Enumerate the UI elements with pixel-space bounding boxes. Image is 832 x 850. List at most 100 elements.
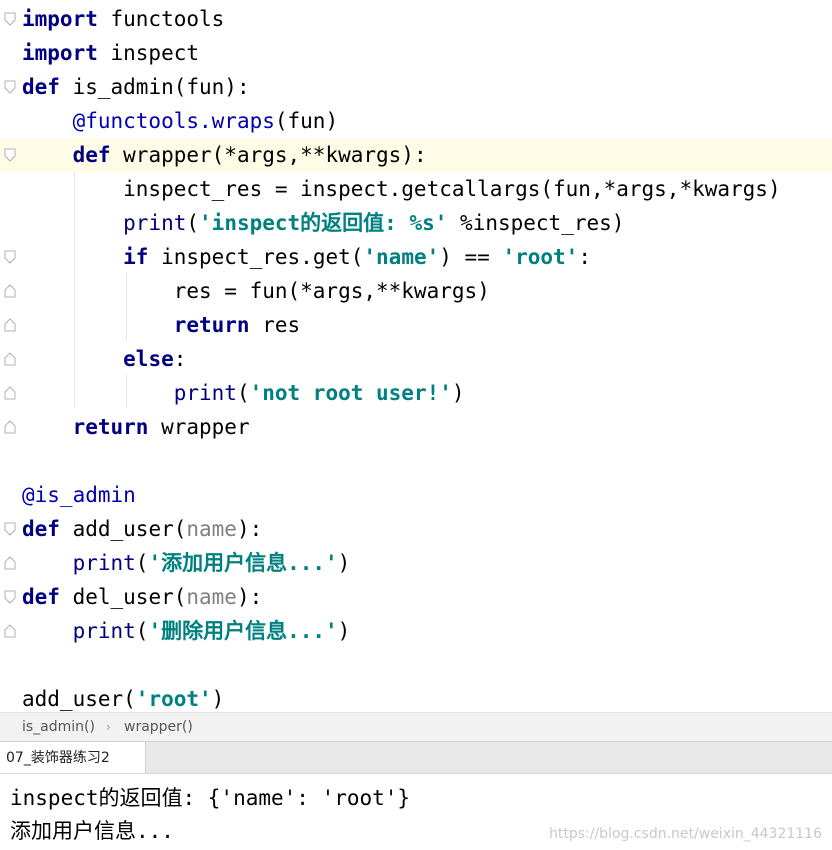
code-token: def bbox=[22, 517, 60, 541]
code-token: 'root' bbox=[502, 245, 579, 269]
code-token: ( bbox=[135, 551, 149, 575]
run-tab-bar: 07_装饰器练习2 bbox=[0, 741, 832, 774]
code-line[interactable]: print('添加用户信息...') bbox=[0, 546, 832, 580]
breadcrumb: is_admin() › wrapper() bbox=[0, 712, 832, 742]
code-token: else bbox=[123, 347, 174, 371]
code-text: add_user('root') bbox=[22, 682, 224, 712]
code-line[interactable]: return res bbox=[0, 308, 832, 342]
code-token: import bbox=[22, 7, 98, 31]
code-text: def is_admin(fun): bbox=[22, 70, 250, 104]
code-line[interactable]: def del_user(name): bbox=[0, 580, 832, 614]
code-token: inspect_res.get( bbox=[148, 245, 364, 269]
code-text: inspect_res = inspect.getcallargs(fun,*a… bbox=[22, 172, 781, 206]
code-line[interactable]: else: bbox=[0, 342, 832, 376]
fold-close-icon[interactable] bbox=[4, 556, 16, 570]
code-token: ) bbox=[211, 687, 225, 711]
code-token: %inspect_res) bbox=[447, 211, 625, 235]
code-line[interactable]: def is_admin(fun): bbox=[0, 70, 832, 104]
code-token: '删除用户信息...' bbox=[148, 619, 338, 643]
fold-close-icon[interactable] bbox=[4, 420, 16, 434]
code-token: res bbox=[249, 313, 301, 337]
fold-open-icon[interactable] bbox=[4, 12, 16, 26]
breadcrumb-separator-icon: › bbox=[106, 720, 111, 734]
code-token: del_user( bbox=[59, 585, 187, 609]
code-text: import inspect bbox=[22, 36, 199, 70]
code-text: def add_user(name): bbox=[22, 512, 262, 546]
code-editor[interactable]: import functools import inspect def is_adm… bbox=[0, 0, 832, 712]
code-token: ): bbox=[236, 517, 263, 541]
code-line[interactable] bbox=[0, 648, 832, 682]
code-line[interactable]: inspect_res = inspect.getcallargs(fun,*a… bbox=[0, 172, 832, 206]
code-line[interactable]: return wrapper bbox=[0, 410, 832, 444]
code-token: return bbox=[173, 313, 250, 337]
fold-close-icon[interactable] bbox=[4, 318, 16, 332]
fold-open-icon[interactable] bbox=[4, 522, 16, 536]
fold-open-icon[interactable] bbox=[4, 148, 16, 162]
code-text: if inspect_res.get('name') == 'root': bbox=[22, 240, 591, 274]
code-token: : bbox=[173, 347, 187, 371]
code-token: inspect_res = inspect.getcallargs(fun,*a… bbox=[22, 177, 781, 201]
code-line[interactable]: import functools bbox=[0, 2, 832, 36]
code-token: return bbox=[72, 415, 149, 439]
code-token: ) bbox=[451, 381, 465, 405]
code-token: print bbox=[72, 551, 136, 575]
fold-open-icon[interactable] bbox=[4, 80, 16, 94]
code-token: name bbox=[186, 585, 237, 609]
code-line[interactable]: print('not root user!') bbox=[0, 376, 832, 410]
code-token: ( bbox=[186, 211, 200, 235]
code-token: 'not root user!' bbox=[249, 381, 452, 405]
code-token: functools bbox=[97, 7, 225, 31]
code-token: inspect bbox=[97, 41, 200, 65]
watermark: https://blog.csdn.net/weixin_44321116 bbox=[548, 826, 822, 842]
fold-close-icon[interactable] bbox=[4, 284, 16, 298]
fold-close-icon[interactable] bbox=[4, 352, 16, 366]
breadcrumb-item-wrapper[interactable]: wrapper() bbox=[124, 713, 193, 742]
code-line[interactable]: if inspect_res.get('name') == 'root': bbox=[0, 240, 832, 274]
fold-close-icon[interactable] bbox=[4, 386, 16, 400]
code-token: '添加用户信息...' bbox=[148, 551, 338, 575]
code-text: return res bbox=[22, 308, 300, 342]
code-token: 'root' bbox=[135, 687, 212, 711]
code-token: print bbox=[123, 211, 187, 235]
code-token: print bbox=[72, 619, 136, 643]
code-line[interactable]: @functools.wraps(fun) bbox=[0, 104, 832, 138]
code-text: print('not root user!') bbox=[22, 376, 465, 410]
code-token: ( bbox=[135, 619, 149, 643]
code-text: print('删除用户信息...') bbox=[22, 614, 351, 648]
fold-open-icon[interactable] bbox=[4, 590, 16, 604]
code-line[interactable]: def wrapper(*args,**kwargs): bbox=[0, 138, 832, 172]
code-token: is_admin(fun): bbox=[59, 75, 250, 99]
code-line[interactable]: import inspect bbox=[0, 36, 832, 70]
code-token: 'name' bbox=[363, 245, 440, 269]
fold-close-icon[interactable] bbox=[4, 624, 16, 638]
code-token: @is_admin bbox=[22, 483, 136, 507]
code-text: return wrapper bbox=[22, 410, 250, 444]
console-output-line: inspect的返回值: {'name': 'root'} bbox=[10, 786, 411, 810]
code-line[interactable]: res = fun(*args,**kwargs) bbox=[0, 274, 832, 308]
code-token: add_user( bbox=[22, 687, 136, 711]
code-line[interactable]: @is_admin bbox=[0, 478, 832, 512]
code-token: (fun) bbox=[274, 109, 339, 133]
breadcrumb-item-is-admin[interactable]: is_admin() bbox=[22, 713, 95, 742]
code-line[interactable]: print('删除用户信息...') bbox=[0, 614, 832, 648]
console-output-line: 添加用户信息... bbox=[10, 819, 174, 843]
code-line[interactable] bbox=[0, 444, 832, 478]
code-token: import bbox=[22, 41, 98, 65]
code-line[interactable]: def add_user(name): bbox=[0, 512, 832, 546]
code-line[interactable]: add_user('root') bbox=[0, 682, 832, 712]
run-console[interactable]: inspect的返回值: {'name': 'root'} 添加用户信息... … bbox=[0, 773, 832, 850]
code-token: print bbox=[173, 381, 237, 405]
code-line[interactable]: print('inspect的返回值: %s' %inspect_res) bbox=[0, 206, 832, 240]
fold-open-icon[interactable] bbox=[4, 250, 16, 264]
code-text: else: bbox=[22, 342, 186, 376]
code-text: def wrapper(*args,**kwargs): bbox=[22, 138, 427, 172]
run-tab[interactable]: 07_装饰器练习2 bbox=[0, 742, 146, 774]
